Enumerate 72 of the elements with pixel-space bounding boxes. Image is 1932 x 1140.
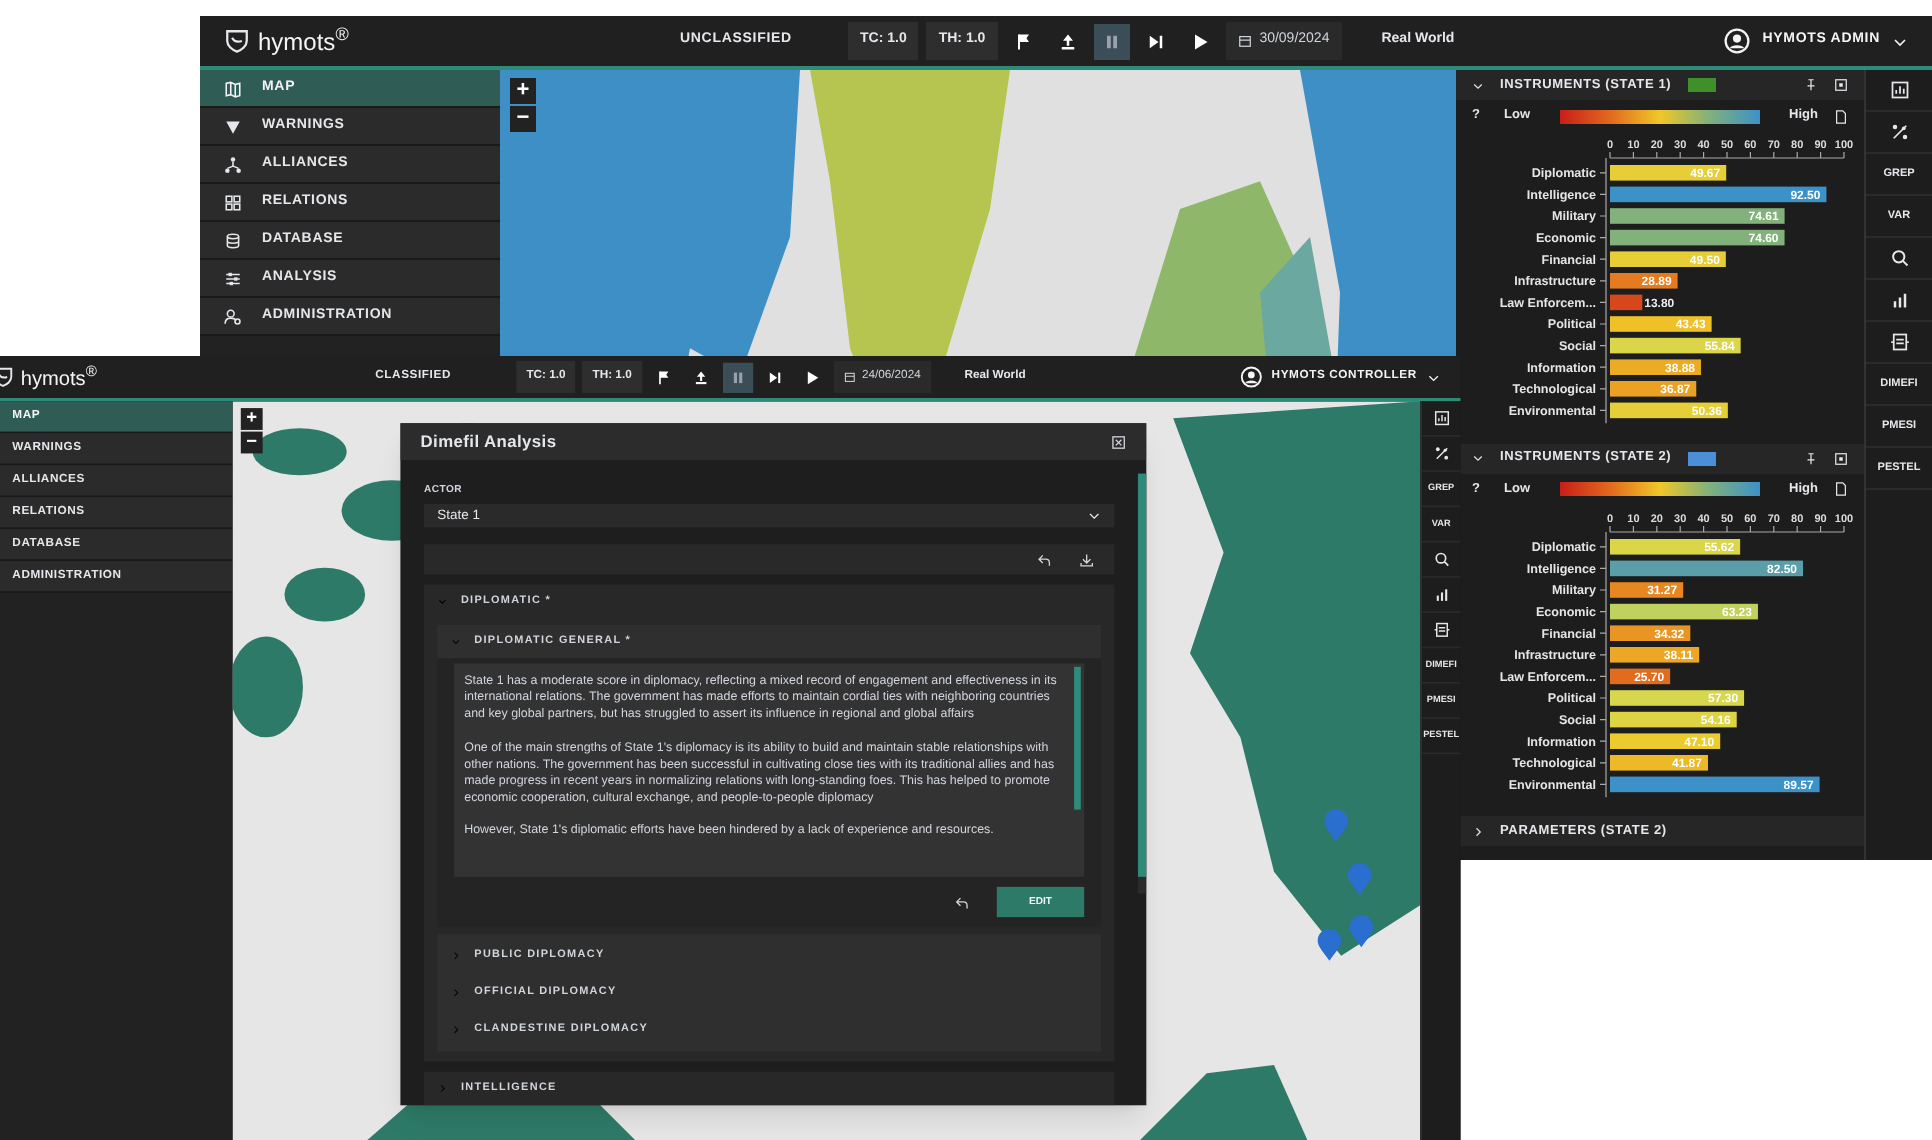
scatter-icon[interactable] [1432,445,1450,462]
bar [1610,732,1721,749]
bar [1610,337,1741,354]
bar-chart-icon[interactable] [1432,586,1450,603]
document-icon[interactable] [1834,109,1848,123]
search-icon[interactable] [1889,248,1909,268]
dialog-title: Dimefil Analysis [420,430,557,455]
scrollbar-thumb[interactable] [1074,666,1081,810]
map-icon [224,79,242,97]
upload-icon [1057,31,1078,51]
calendar-icon [843,371,856,383]
skip-icon [1145,31,1166,51]
bar [1610,581,1684,597]
bar [1610,754,1708,770]
flag-icon [1013,31,1034,51]
chevron-down-icon [1087,509,1101,523]
grid-icon [224,193,242,211]
flag-icon [655,368,673,386]
form-icon[interactable] [1889,332,1909,352]
download-icon[interactable] [1079,552,1095,568]
play-icon [1189,31,1210,51]
triangle-icon [224,117,242,135]
bar [1610,359,1701,375]
chevron-down-icon [1892,33,1908,49]
database-icon [224,231,242,249]
user-icon [1724,28,1751,54]
bar [1610,381,1697,397]
bar [1610,316,1712,332]
expand-icon[interactable] [1834,78,1848,92]
search-icon[interactable] [1432,550,1450,568]
document-icon[interactable] [1834,482,1848,497]
bar [1610,646,1700,662]
chevron-down-icon [1426,370,1441,384]
chart-board-icon[interactable] [1432,409,1450,427]
bar [1610,711,1737,727]
pause-button[interactable] [722,361,753,393]
sliders-icon [224,269,242,287]
zoom-in-button[interactable]: + [510,78,536,104]
bar [1610,689,1745,705]
pause-button[interactable] [1093,23,1130,59]
skip-icon [766,368,783,386]
upload-icon [692,368,709,386]
pin-icon[interactable] [1804,78,1818,92]
bar [1610,251,1726,267]
bar [1610,273,1678,289]
network-icon [224,155,242,173]
undo-icon[interactable] [954,894,970,910]
logo: hymots$^{®}$ [258,23,349,59]
bar [1610,294,1643,311]
expand-icon[interactable] [1834,451,1848,466]
calendar-icon [1237,34,1252,48]
logo-icon [224,28,250,54]
bar [1610,402,1728,419]
bar [1610,667,1671,684]
form-icon[interactable] [1432,621,1450,639]
pause-icon [1101,31,1122,51]
zoom-in-button[interactable]: + [240,408,263,430]
pin-icon[interactable] [1804,451,1818,466]
user-gear-icon [224,307,242,325]
bar-chart-icon[interactable] [1889,290,1909,310]
user-icon [1239,366,1262,388]
zoom-out-button[interactable]: − [240,431,263,454]
bar [1610,538,1741,554]
bar [1610,624,1691,641]
close-icon[interactable] [1111,434,1127,450]
logo: hymots$^{®}$ [20,361,97,393]
chart-board-icon[interactable] [1889,80,1909,100]
bar [1610,165,1727,181]
scatter-icon[interactable] [1889,122,1909,142]
pause-icon [729,368,746,386]
undo-icon[interactable] [1037,552,1053,568]
zoom-out-button[interactable]: − [510,106,536,132]
